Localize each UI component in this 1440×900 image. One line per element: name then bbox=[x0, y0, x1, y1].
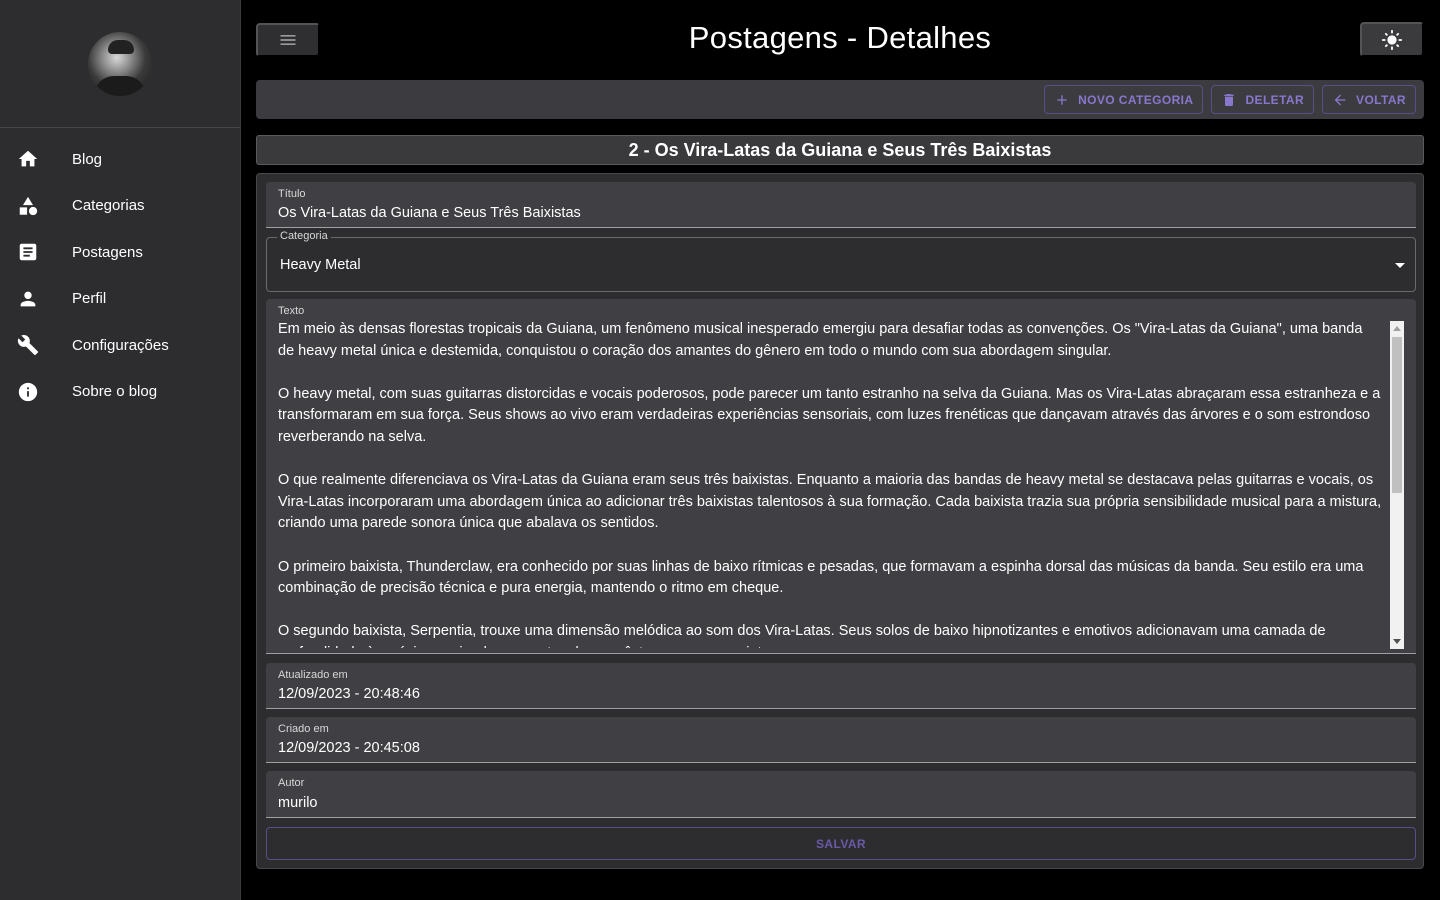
author-input[interactable]: murilo bbox=[278, 795, 317, 811]
person-icon bbox=[0, 288, 72, 310]
sidebar-item-label: Perfil bbox=[72, 290, 107, 308]
page-title: Postagens - Detalhes bbox=[688, 20, 992, 55]
updated-label: Atualizado em bbox=[278, 669, 348, 681]
title-label: Título bbox=[278, 188, 306, 200]
category-label: Categoria bbox=[277, 230, 331, 242]
text-field[interactable]: Texto Em meio às densas florestas tropic… bbox=[266, 299, 1416, 654]
topbar: Postagens - Detalhes bbox=[256, 0, 1424, 80]
text-textarea[interactable]: Em meio às densas florestas tropicais da… bbox=[278, 319, 1382, 648]
created-input[interactable]: 12/09/2023 - 20:45:08 bbox=[278, 740, 420, 756]
scroll-up-icon[interactable] bbox=[1393, 326, 1401, 331]
post-form: Título Os Vira-Latas da Guiana e Seus Tr… bbox=[256, 173, 1424, 869]
sidebar: Blog Categorias Postagens Perfil Configu… bbox=[0, 0, 241, 900]
back-button[interactable]: VOLTAR bbox=[1322, 85, 1416, 114]
updated-input[interactable]: 12/09/2023 - 20:48:46 bbox=[278, 686, 420, 702]
author-field[interactable]: Autor murilo bbox=[266, 771, 1416, 818]
title-input[interactable]: Os Vira-Latas da Guiana e Seus Três Baix… bbox=[278, 205, 581, 221]
trash-icon bbox=[1224, 93, 1235, 106]
author-label: Autor bbox=[278, 777, 305, 789]
scroll-down-icon[interactable] bbox=[1393, 639, 1401, 644]
new-category-button[interactable]: NOVO CATEGORIA bbox=[1044, 85, 1204, 114]
home-icon bbox=[0, 148, 72, 170]
textarea-scrollbar[interactable] bbox=[1390, 321, 1404, 649]
sidebar-item-label: Blog bbox=[72, 150, 103, 168]
wrench-icon bbox=[0, 334, 72, 356]
scroll-thumb[interactable] bbox=[1392, 337, 1402, 493]
info-icon bbox=[0, 381, 72, 403]
sidebar-item-label: Configurações bbox=[72, 336, 169, 354]
plus-icon bbox=[1057, 94, 1067, 105]
category-value: Heavy Metal bbox=[280, 257, 361, 273]
back-label: VOLTAR bbox=[1356, 92, 1406, 107]
post-header: 2 - Os Vira-Latas da Guiana e Seus Três … bbox=[256, 135, 1424, 165]
text-label: Texto bbox=[278, 305, 305, 317]
sidebar-item-postagens[interactable]: Postagens bbox=[0, 229, 240, 276]
category-shapes-icon bbox=[0, 195, 72, 217]
dropdown-arrow-icon bbox=[1395, 263, 1405, 268]
title-field[interactable]: Título Os Vira-Latas da Guiana e Seus Tr… bbox=[266, 182, 1416, 228]
sidebar-item-configuracoes[interactable]: Configurações bbox=[0, 322, 240, 369]
sidebar-item-categorias[interactable]: Categorias bbox=[0, 183, 240, 230]
article-icon bbox=[0, 241, 72, 263]
delete-button[interactable]: DELETAR bbox=[1211, 85, 1315, 114]
sidebar-item-perfil[interactable]: Perfil bbox=[0, 276, 240, 323]
updated-field[interactable]: Atualizado em 12/09/2023 - 20:48:46 bbox=[266, 663, 1416, 709]
sidebar-item-sobre[interactable]: Sobre o blog bbox=[0, 369, 240, 416]
delete-label: DELETAR bbox=[1245, 92, 1305, 107]
main-content: Postagens - Detalhes NOVO CATEGORIA DELE… bbox=[256, 0, 1424, 900]
arrow-back-icon bbox=[1334, 94, 1346, 105]
sidebar-item-label: Sobre o blog bbox=[72, 383, 158, 401]
save-button[interactable]: SALVAR bbox=[266, 827, 1416, 860]
new-category-label: NOVO CATEGORIA bbox=[1078, 92, 1194, 107]
avatar-section bbox=[0, 0, 240, 128]
sidebar-item-label: Categorias bbox=[72, 197, 145, 215]
sidebar-item-label: Postagens bbox=[72, 243, 143, 261]
theme-toggle-button[interactable] bbox=[1360, 22, 1424, 57]
avatar[interactable] bbox=[88, 31, 152, 96]
actions-toolbar: NOVO CATEGORIA DELETAR VOLTAR bbox=[256, 80, 1424, 119]
sidebar-nav: Blog Categorias Postagens Perfil Configu… bbox=[0, 128, 240, 415]
sidebar-item-blog[interactable]: Blog bbox=[0, 136, 240, 183]
category-select[interactable]: Categoria Heavy Metal bbox=[266, 230, 1416, 292]
sun-icon bbox=[1381, 29, 1403, 50]
created-label: Criado em bbox=[278, 723, 329, 735]
created-field[interactable]: Criado em 12/09/2023 - 20:45:08 bbox=[266, 717, 1416, 763]
